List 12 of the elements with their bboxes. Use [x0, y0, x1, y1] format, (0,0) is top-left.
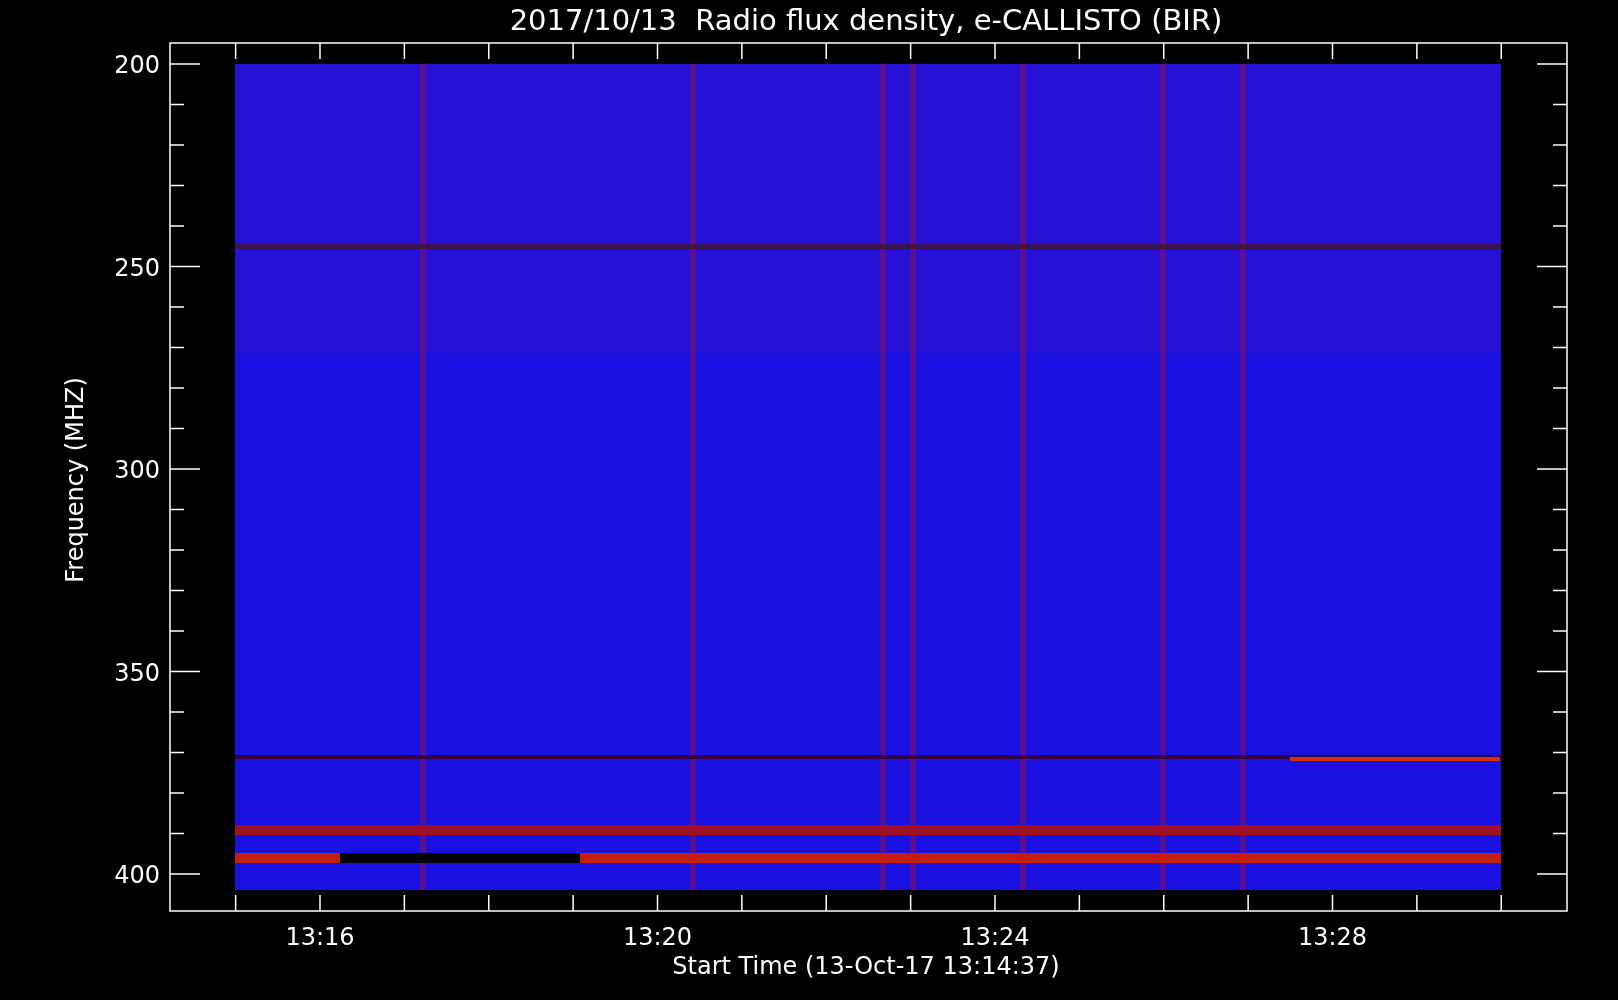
chart-title: 2017/10/13 Radio flux density, e-CALLISTO (BIR): [509, 3, 1223, 37]
y-axis-label: Frequency (MHZ): [61, 377, 89, 583]
x-tick-label: 13:24: [960, 923, 1030, 951]
y-tick-label: 400: [114, 861, 160, 889]
y-tick-label: 250: [114, 253, 160, 282]
x-tick-label: 13:28: [1297, 923, 1368, 951]
x-tick-label: 13:20: [622, 923, 693, 951]
y-tick-label: 300: [114, 456, 160, 484]
x-tick-label: 13:16: [285, 923, 355, 951]
x-axis-label: Start Time (13-Oct-17 13:14:37): [672, 952, 1060, 980]
y-tick-label: 350: [114, 658, 160, 687]
y-tick-label: 200: [114, 51, 160, 79]
